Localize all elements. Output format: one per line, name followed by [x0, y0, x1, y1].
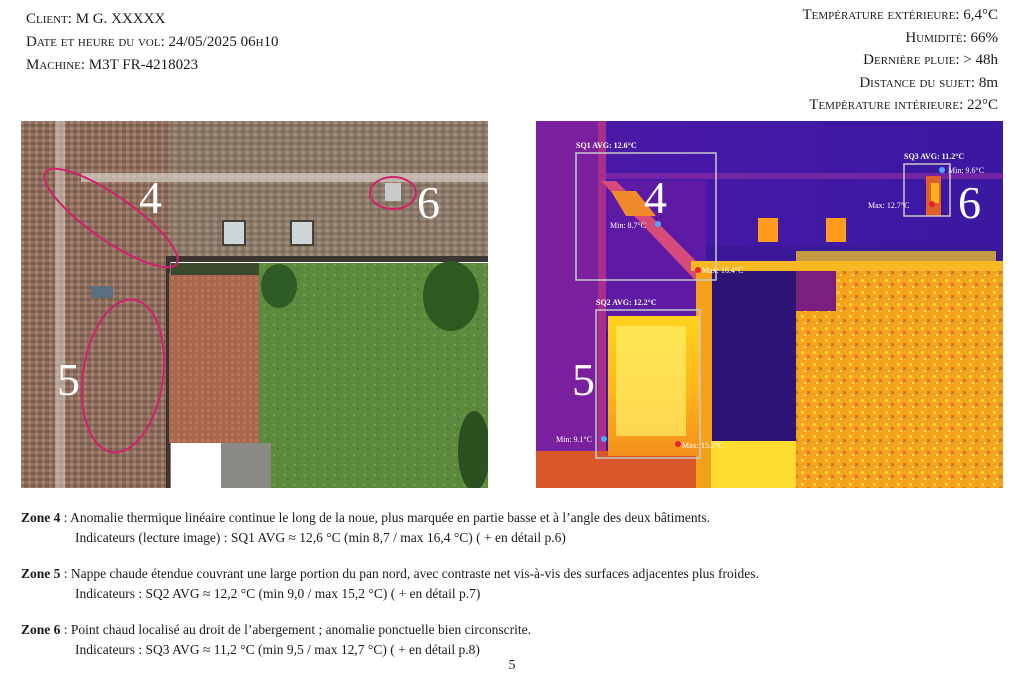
sq2-label: SQ2 AVG: 12.2°C	[596, 298, 657, 307]
zone-5-title: Zone 5	[21, 566, 61, 581]
temp-int-label: Température intérieure	[809, 97, 960, 113]
zone-5-description: : Nappe chaude étendue couvrant une larg…	[60, 566, 759, 581]
zone-6-description: : Point chaud localisé au droit de l’abe…	[60, 622, 531, 637]
sq3-max: Max: 12.7°C	[868, 201, 910, 210]
rain-label: Dernière pluie	[863, 52, 956, 68]
sq2-min-marker	[601, 436, 607, 442]
client-label: Client	[26, 11, 68, 27]
date-line: Date et heure du vol: 24/05/2025 06h10	[26, 31, 279, 54]
temp-int-value: : 22°C	[959, 97, 998, 113]
machine-value: : M3T FR-4218023	[80, 57, 199, 73]
date-label: Date et heure du vol	[26, 34, 161, 50]
machine-line: Machine: M3T FR-4218023	[26, 54, 279, 77]
sq3-max-marker	[929, 201, 935, 207]
humidity-label: Humidité	[905, 29, 963, 46]
thermal-image: SQ1 AVG: 12.6°C Min: 8.7°C Max: 16.4°C S…	[536, 121, 1003, 488]
distance-line: Distance du sujet: 8m	[802, 72, 998, 95]
sq3-min-marker	[939, 167, 945, 173]
sq1-label: SQ1 AVG: 12.6°C	[576, 141, 637, 150]
temp-int-line: Température intérieure: 22°C	[802, 94, 998, 117]
temp-ext-value: : 6,4°C	[955, 7, 998, 23]
zone-5-block: Zone 5 : Nappe chaude étendue couvrant u…	[21, 564, 1011, 604]
photo-zone6-label: 6	[417, 177, 440, 228]
sq3-label: SQ3 AVG: 11.2°C	[904, 152, 965, 161]
distance-value: : 8m	[970, 74, 998, 91]
header-flight-info: Client: M G. XXXXX Date et heure du vol:…	[26, 8, 279, 77]
rain-line: Dernière pluie: > 48h	[802, 49, 998, 72]
zone-6-indicators: Indicateurs : SQ3 AVG ≈ 11,2 °C (min 9,5…	[75, 642, 480, 657]
client-value: : M G. XXXXX	[67, 11, 166, 27]
photo-zone4-label: 4	[139, 172, 162, 223]
zone-6-block: Zone 6 : Point chaud localisé au droit d…	[21, 620, 1011, 660]
rain-value: : > 48h	[955, 52, 998, 68]
machine-label: Machine	[26, 57, 81, 73]
humidity-line: Humidité: 66%	[802, 27, 998, 50]
zone-4-description: : Anomalie thermique linéaire continue l…	[60, 510, 711, 525]
sq2-min: Min: 9.1°C	[556, 435, 593, 444]
zone-4-title: Zone 4	[21, 510, 61, 525]
client-line: Client: M G. XXXXX	[26, 8, 279, 31]
thermal-zone6-label: 6	[958, 177, 981, 228]
distance-label: Distance du sujet	[859, 74, 971, 91]
photo-zone5-label: 5	[57, 354, 80, 405]
thermal-zone4-label: 4	[644, 172, 667, 223]
zone-5-indicators: Indicateurs : SQ2 AVG ≈ 12,2 °C (min 9,0…	[75, 586, 481, 601]
date-value: : 24/05/2025 06h10	[160, 34, 279, 50]
temp-ext-line: Température extérieure: 6,4°C	[802, 4, 998, 27]
temp-ext-label: Température extérieure	[802, 7, 956, 23]
aerial-photo: 4 5 6	[21, 121, 488, 488]
sq3-min: Min: 9.6°C	[948, 166, 985, 175]
zone-4-block: Zone 4 : Anomalie thermique linéaire con…	[21, 508, 1011, 548]
header-conditions: Température extérieure: 6,4°C Humidité: …	[802, 4, 998, 117]
sq1-max: Max: 16.4°C	[702, 266, 744, 275]
sq1-min: Min: 8.7°C	[610, 221, 647, 230]
thermal-zone5-label: 5	[572, 354, 595, 405]
zone-6-title: Zone 6	[21, 622, 61, 637]
page-number: 5	[508, 658, 516, 673]
zone-descriptions: Zone 4 : Anomalie thermique linéaire con…	[21, 508, 1011, 676]
humidity-value: : 66%	[962, 29, 998, 46]
sq2-max: Max: 15.2°C	[682, 441, 724, 450]
zone-4-indicators: Indicateurs (lecture image) : SQ1 AVG ≈ …	[75, 530, 566, 545]
sq1-max-marker	[695, 267, 701, 273]
sq2-max-marker	[675, 441, 681, 447]
